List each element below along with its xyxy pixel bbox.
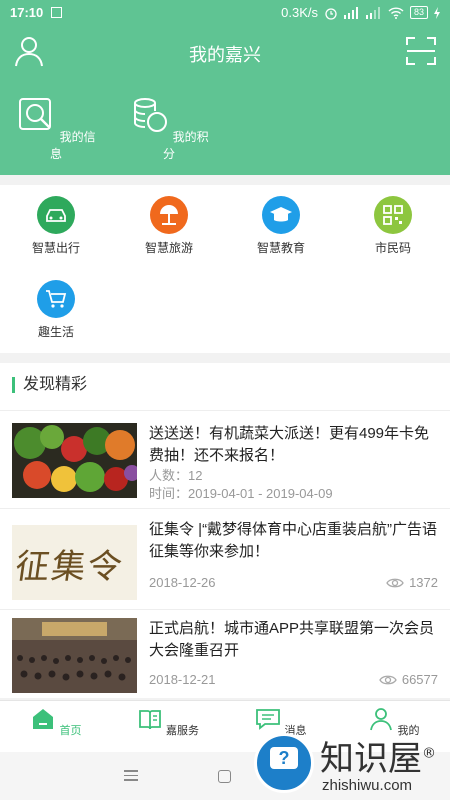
article-item[interactable]: 送送送！有机蔬菜大派送！更有499年卡免费抽！还不来报名！ 人数：12 时间：2… bbox=[0, 410, 450, 507]
article-views: 66577 bbox=[379, 672, 438, 687]
service-citizen-code[interactable]: 市民码 bbox=[348, 196, 438, 256]
banner-text: 征集令 bbox=[12, 547, 127, 587]
page-title: 我的嘉兴 bbox=[189, 45, 261, 65]
battery-indicator: 83 bbox=[409, 6, 428, 19]
app-screen: 17:10 0.3K/s 83 我的嘉兴 我的信息 我的积分 智慧出行 智慧旅游… bbox=[0, 0, 450, 800]
discover-section: 发现精彩 送送送！有机蔬菜大派送！更有499年卡免费抽！还不来报名！ 人数：12… bbox=[0, 363, 450, 698]
tab-label: 首页 bbox=[59, 725, 82, 737]
article-title: 征集令 |“戴梦得体育中心店重装启航”广告语征集等你来参加！ bbox=[149, 521, 438, 560]
article-item[interactable]: 正式启航！城市通APP共享联盟第一次会员大会隆重召开 2018-12-21 66… bbox=[0, 609, 450, 698]
car-icon bbox=[37, 196, 75, 234]
profile-header: 我的嘉兴 我的信息 我的积分 bbox=[0, 25, 450, 175]
article-time: 时间：2019-04-01 - 2019-04-09 bbox=[149, 486, 333, 501]
watermark-text: 知识屋® bbox=[320, 739, 436, 779]
service-label: 市民码 bbox=[374, 241, 411, 255]
service-label: 趣生活 bbox=[37, 325, 74, 339]
my-info-button[interactable]: 我的信息 bbox=[16, 95, 96, 162]
question-icon: ? bbox=[270, 747, 298, 769]
site-watermark: ? 知识屋® zhishiwu.com bbox=[250, 727, 450, 800]
eye-icon bbox=[379, 675, 397, 684]
cart-icon bbox=[37, 280, 75, 318]
umbrella-icon bbox=[150, 196, 188, 234]
article-title: 送送送！有机蔬菜大派送！更有499年卡免费抽！还不来报名！ bbox=[149, 425, 430, 464]
views-count: 1372 bbox=[409, 575, 438, 590]
status-right: 0.3K/s 83 bbox=[281, 5, 440, 20]
status-bar: 17:10 0.3K/s 83 bbox=[0, 0, 450, 25]
service-label: 智慧教育 bbox=[256, 241, 305, 255]
service-grid: 智慧出行 智慧旅游 智慧教育 市民码 趣生活 bbox=[0, 185, 450, 353]
scan-icon[interactable] bbox=[406, 37, 436, 65]
graduation-cap-icon bbox=[262, 196, 300, 234]
my-points-label: 我的积分 bbox=[162, 130, 209, 161]
home-icon bbox=[33, 709, 54, 729]
wifi-icon bbox=[388, 6, 404, 19]
signal-icon bbox=[343, 6, 358, 19]
coins-icon bbox=[134, 98, 168, 132]
status-time: 17:10 bbox=[10, 5, 44, 20]
article-item[interactable]: 征集令 征集令 |“戴梦得体育中心店重装启航”广告语征集等你来参加！ 2018-… bbox=[0, 508, 450, 608]
service-label: 智慧出行 bbox=[31, 241, 80, 255]
home-button-icon[interactable] bbox=[218, 770, 231, 783]
article-title: 正式启航！城市通APP共享联盟第一次会员大会隆重召开 bbox=[149, 620, 435, 659]
search-doc-icon bbox=[19, 98, 52, 130]
service-smart-tourism[interactable]: 智慧旅游 bbox=[124, 196, 214, 256]
views-count: 66577 bbox=[401, 672, 438, 687]
signal-icon-2 bbox=[365, 6, 380, 19]
notification-icon bbox=[51, 7, 63, 18]
service-smart-education[interactable]: 智慧教育 bbox=[236, 196, 326, 256]
article-count: 人数：12 bbox=[149, 468, 203, 483]
service-fun-life[interactable]: 趣生活 bbox=[11, 280, 101, 340]
alarm-icon bbox=[325, 7, 337, 20]
service-label: 智慧旅游 bbox=[144, 241, 193, 255]
menu-icon[interactable] bbox=[124, 770, 138, 784]
eye-icon bbox=[386, 578, 404, 587]
article-date: 2018-12-21 bbox=[149, 672, 216, 687]
section-title: 发现精彩 bbox=[12, 377, 87, 393]
service-smart-travel[interactable]: 智慧出行 bbox=[11, 196, 101, 256]
my-info-label: 我的信息 bbox=[49, 130, 96, 161]
watermark-url: zhishiwu.com bbox=[322, 777, 413, 794]
network-speed: 0.3K/s bbox=[281, 5, 318, 20]
service-icon bbox=[139, 710, 161, 730]
tab-service[interactable]: 嘉服务 bbox=[133, 707, 203, 738]
my-points-button[interactable]: 我的积分 bbox=[129, 95, 209, 162]
vegetables-image bbox=[12, 423, 137, 498]
tab-label: 嘉服务 bbox=[166, 725, 200, 737]
qr-code-icon bbox=[374, 196, 412, 234]
tab-home[interactable]: 首页 bbox=[21, 707, 91, 738]
collection-banner-image: 征集令 bbox=[12, 525, 137, 600]
charging-icon bbox=[434, 6, 440, 19]
conference-image bbox=[12, 618, 137, 693]
article-date: 2018-12-26 bbox=[149, 575, 216, 590]
article-views: 1372 bbox=[386, 575, 438, 590]
